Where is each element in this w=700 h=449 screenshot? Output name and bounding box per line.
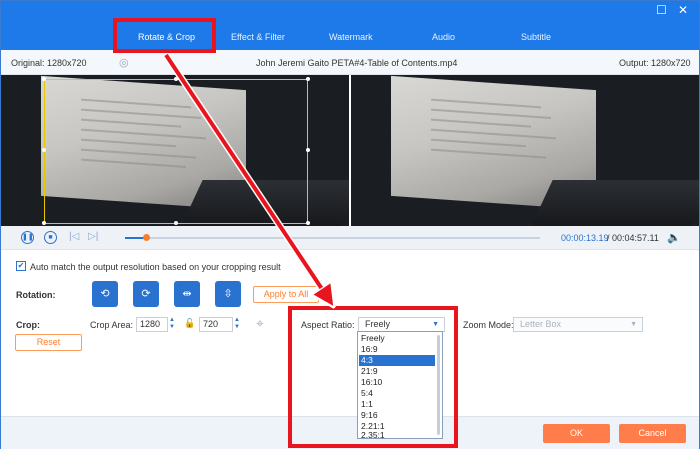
crop-handle-l[interactable] [42, 148, 46, 152]
crop-width-stepper[interactable]: ▲ ▼ [168, 317, 176, 332]
original-preview [1, 75, 349, 226]
auto-match-checkbox[interactable]: ✔ [16, 261, 26, 271]
rotation-label: Rotation: [16, 290, 56, 300]
time-separator: / [607, 233, 610, 243]
laptop-keyboard-image [529, 180, 699, 226]
next-frame-icon[interactable]: ▷| [88, 231, 98, 242]
center-crop-icon[interactable]: ⌖ [256, 315, 264, 332]
crop-area-label: Crop Area: [90, 320, 134, 330]
maximize-icon[interactable]: ☐ [656, 4, 667, 16]
crop-height-input[interactable]: 720 [199, 317, 233, 332]
tab-highlight-box [113, 18, 216, 53]
tab-effect-filter[interactable]: Effect & Filter [231, 32, 285, 42]
cancel-button[interactable]: Cancel [619, 424, 686, 443]
progress-thumb[interactable] [142, 234, 150, 241]
stop-icon[interactable]: ■ [44, 231, 57, 244]
total-time: 00:04:57.11 [612, 233, 659, 243]
crop-handle-r[interactable] [306, 148, 310, 152]
zoom-mode-label: Zoom Mode: [463, 320, 514, 330]
crop-handle-tr[interactable] [306, 77, 310, 81]
crop-handle-br[interactable] [306, 221, 310, 225]
flip-vertical-button[interactable]: ⇳ [215, 281, 241, 307]
rotate-right-button[interactable]: ⟳ [133, 281, 159, 307]
lock-icon[interactable]: 🔓 [184, 318, 195, 329]
tab-watermark[interactable]: Watermark [329, 32, 373, 42]
playback-controls: ❚❚ ■ |◁ ▷| 00:00:13.19 / 00:04:57.11 🔈 [1, 226, 699, 250]
eye-icon[interactable]: ◎ [119, 56, 129, 69]
previous-frame-icon[interactable]: |◁ [69, 231, 79, 242]
file-name: John Jeremi Gaito PETA#4-Table of Conten… [256, 58, 458, 68]
tab-audio[interactable]: Audio [432, 32, 455, 42]
info-bar: Original: 1280x720 ◎ John Jeremi Gaito P… [1, 50, 699, 75]
current-time: 00:00:13.19 [561, 233, 609, 243]
zoom-mode-value: Letter Box [520, 319, 562, 329]
tab-subtitle[interactable]: Subtitle [521, 32, 551, 42]
pause-icon[interactable]: ❚❚ [21, 231, 34, 244]
output-preview [351, 75, 699, 226]
ok-button[interactable]: OK [543, 424, 610, 443]
rotate-left-button[interactable]: ⟲ [92, 281, 118, 307]
reset-button[interactable]: Reset [15, 334, 82, 351]
crop-label: Crop: [16, 320, 40, 330]
original-resolution: Original: 1280x720 [11, 58, 87, 68]
zoom-mode-select: Letter Box ▼ [513, 317, 643, 332]
crop-handle-bl[interactable] [42, 221, 46, 225]
crop-handle-tl[interactable] [42, 77, 46, 81]
apply-to-all-button[interactable]: Apply to All [253, 286, 319, 303]
chevron-down-icon: ▼ [630, 321, 637, 328]
crop-height-stepper[interactable]: ▲ ▼ [233, 317, 241, 332]
crop-handle-t[interactable] [174, 77, 178, 81]
auto-match-label: Auto match the output resolution based o… [30, 262, 281, 272]
crop-handle-b[interactable] [174, 221, 178, 225]
flip-horizontal-button[interactable]: ⇹ [174, 281, 200, 307]
crop-box[interactable] [44, 79, 308, 224]
close-icon[interactable]: ✕ [678, 4, 688, 16]
title-bar: Rotate & Crop Effect & Filter Watermark … [1, 1, 699, 50]
preview-area [1, 75, 699, 226]
volume-icon[interactable]: 🔈 [667, 231, 681, 244]
crop-width-input[interactable]: 1280 [136, 317, 168, 332]
dropdown-highlight-box [288, 306, 458, 448]
output-resolution: Output: 1280x720 [619, 58, 691, 68]
progress-track[interactable] [125, 234, 540, 241]
